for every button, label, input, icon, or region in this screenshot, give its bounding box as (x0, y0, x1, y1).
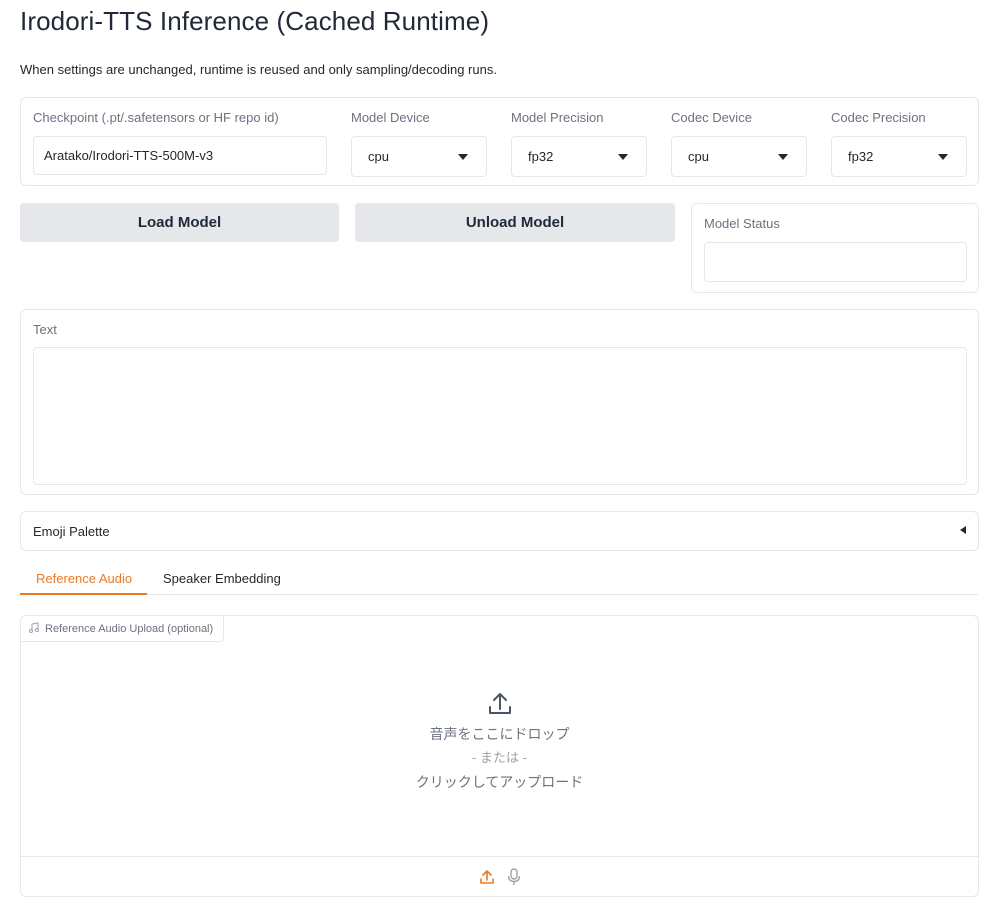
page-subtitle: When settings are unchanged, runtime is … (20, 62, 497, 77)
model-precision-select[interactable]: fp32 (511, 136, 647, 177)
dropdown-caret-icon (778, 153, 788, 160)
codec-precision-value: fp32 (848, 149, 874, 164)
dropdown-caret-icon (938, 153, 948, 160)
click-to-upload-text: クリックしてアップロード (415, 774, 584, 790)
dropdown-caret-icon (618, 153, 628, 160)
upload-tag: Reference Audio Upload (optional) (21, 616, 225, 642)
load-model-button[interactable]: Load Model (20, 203, 339, 242)
checkpoint-label: Checkpoint (.pt/.safetensors or HF repo … (33, 110, 279, 125)
emoji-palette-accordion[interactable]: Emoji Palette (20, 511, 979, 551)
tab-reference-audio[interactable]: Reference Audio (36, 571, 132, 586)
settings-panel: Checkpoint (.pt/.safetensors or HF repo … (20, 97, 979, 186)
caret-left-icon (960, 526, 966, 534)
model-status-output (704, 242, 967, 282)
codec-device-select[interactable]: cpu (671, 136, 807, 177)
codec-precision-label: Codec Precision (831, 110, 926, 125)
page-title: Irodori-TTS Inference (Cached Runtime) (20, 6, 490, 36)
tab-speaker-embedding[interactable]: Speaker Embedding (163, 571, 281, 586)
text-input[interactable] (33, 347, 967, 485)
tab-active-indicator (20, 593, 147, 595)
model-device-label: Model Device (351, 110, 430, 125)
model-status-label: Model Status (704, 216, 780, 231)
codec-device-value: cpu (688, 149, 709, 164)
upload-source-bar (21, 856, 978, 896)
drop-or-separator: - または - (472, 750, 527, 765)
text-label: Text (33, 322, 57, 337)
model-status-panel: Model Status (691, 203, 979, 293)
microphone-icon[interactable] (507, 867, 521, 886)
upload-icon (487, 691, 513, 722)
codec-precision-select[interactable]: fp32 (831, 136, 967, 177)
model-precision-value: fp32 (528, 149, 554, 164)
codec-device-label: Codec Device (671, 110, 752, 125)
upload-tag-label: Reference Audio Upload (optional) (45, 622, 214, 635)
model-device-select[interactable]: cpu (351, 136, 487, 177)
model-device-value: cpu (368, 149, 389, 164)
tab-divider (20, 594, 978, 595)
emoji-palette-label: Emoji Palette (33, 524, 110, 539)
reference-audio-upload: Reference Audio Upload (optional) 音声をここに… (20, 615, 979, 897)
unload-model-button[interactable]: Unload Model (355, 203, 675, 242)
audio-drop-zone[interactable]: 音声をここにドロップ - または - クリックしてアップロード (21, 642, 978, 856)
text-panel: Text (20, 309, 979, 495)
music-note-icon (29, 621, 39, 636)
model-precision-label: Model Precision (511, 110, 604, 125)
checkpoint-input[interactable]: Aratako/Irodori-TTS-500M-v3 (33, 136, 327, 175)
dropdown-caret-icon (458, 153, 468, 160)
drop-instruction: 音声をここにドロップ (429, 726, 570, 742)
upload-source-icon[interactable] (479, 869, 495, 885)
